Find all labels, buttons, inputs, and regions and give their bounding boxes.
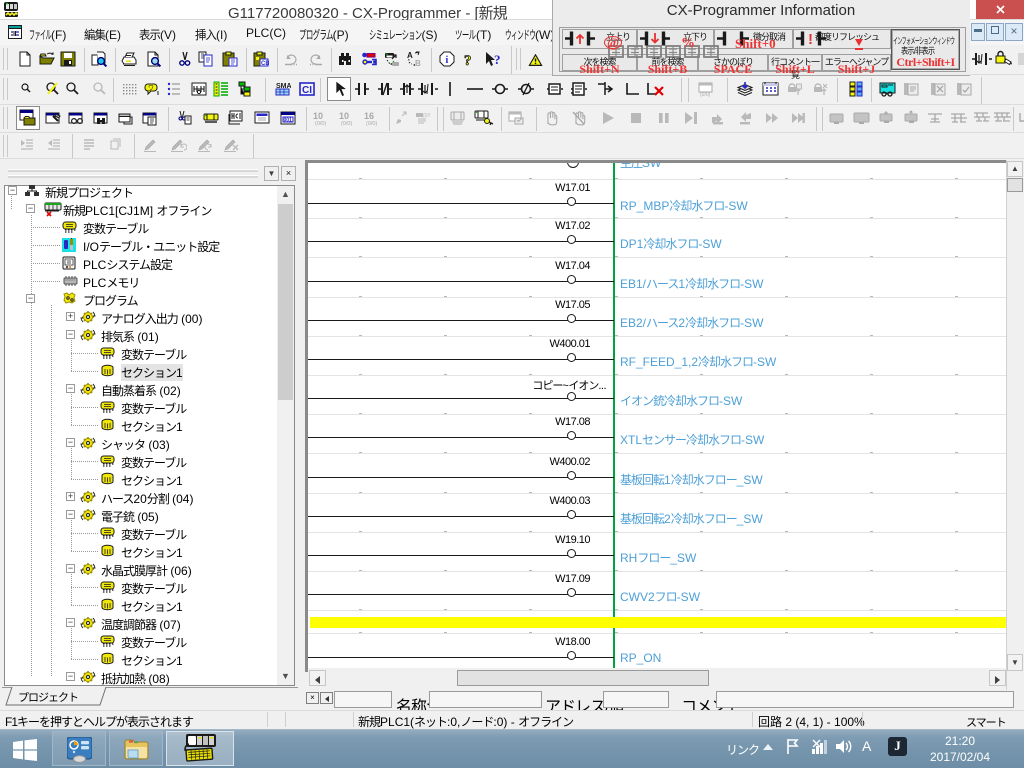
svg-text:!: ! [808, 31, 813, 47]
